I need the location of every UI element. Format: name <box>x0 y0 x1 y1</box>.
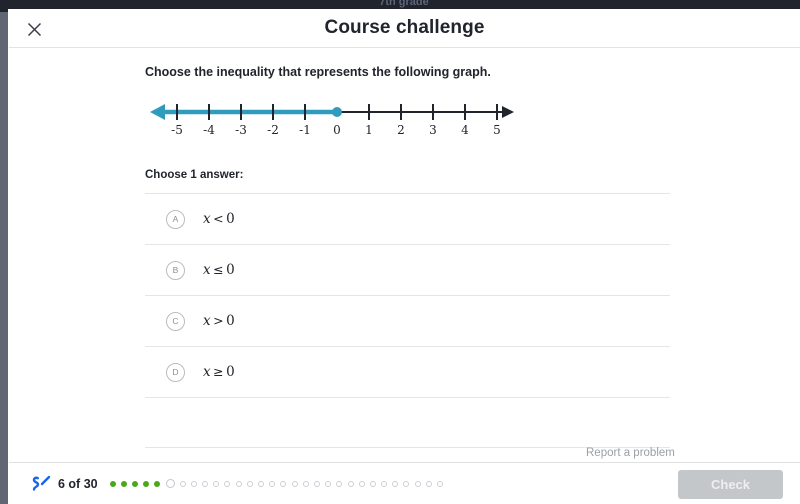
option-operator: > <box>213 313 225 328</box>
answer-options-list: A x <0 B x ≤0 C x >0 D x ≥0 <box>145 193 670 448</box>
option-expression: x >0 <box>203 313 235 329</box>
progress-dot-upcoming <box>246 480 253 487</box>
progress-dot-upcoming <box>358 480 365 487</box>
progress-dot-upcoming <box>213 480 220 487</box>
svg-text:-3: -3 <box>235 123 247 137</box>
option-operator: ≥ <box>213 364 225 379</box>
progress-dot-completed <box>154 480 161 487</box>
option-expression: x <0 <box>203 211 235 227</box>
option-letter-badge: D <box>166 362 185 382</box>
option-value: 0 <box>226 313 236 329</box>
option-expression: x ≤0 <box>203 262 235 278</box>
option-operator: ≤ <box>213 262 225 277</box>
progress-dot-upcoming <box>280 480 287 487</box>
progress-dot-current <box>165 479 175 488</box>
background-page-header-sliver: 7th grade <box>8 0 800 9</box>
number-line-graph: -5 -4 -3 -2 -1 0 1 2 3 4 5 <box>145 94 525 144</box>
progress-dot-upcoming <box>269 480 276 487</box>
option-variable: x <box>203 313 212 329</box>
svg-text:4: 4 <box>461 123 469 137</box>
option-letter-badge: A <box>166 209 185 229</box>
svg-text:-4: -4 <box>203 123 215 137</box>
svg-text:5: 5 <box>493 123 501 137</box>
progress-dot-upcoming <box>392 480 399 487</box>
svg-text:-1: -1 <box>299 123 311 137</box>
course-challenge-screen: 7th grade Course challenge Choose the in… <box>0 0 800 504</box>
option-letter-badge: B <box>166 260 185 280</box>
option-value: 0 <box>226 364 236 380</box>
option-value: 0 <box>226 262 236 278</box>
background-page-title: 7th grade <box>379 0 429 8</box>
svg-text:-2: -2 <box>267 123 279 137</box>
background-page-strip-lower <box>0 12 8 504</box>
progress-dot-upcoming <box>258 480 265 487</box>
progress-dot-upcoming <box>202 480 209 487</box>
answer-options-trailing-row <box>145 397 670 448</box>
page-title: Course challenge <box>324 17 485 38</box>
svg-text:3: 3 <box>429 123 437 137</box>
check-button[interactable]: Check <box>678 470 783 499</box>
option-value: 0 <box>226 211 236 227</box>
progress-dot-upcoming <box>414 480 421 487</box>
progress-dot-upcoming <box>437 480 444 487</box>
answer-option-c[interactable]: C x >0 <box>145 295 670 346</box>
progress-dots <box>109 479 444 488</box>
progress-dot-upcoming <box>381 480 388 487</box>
option-variable: x <box>203 364 212 380</box>
progress-dot-upcoming <box>291 480 298 487</box>
answer-option-b[interactable]: B x ≤0 <box>145 244 670 295</box>
energy-points-icon <box>30 473 52 495</box>
choose-answer-label: Choose 1 answer: <box>145 169 244 181</box>
progress-dot-upcoming <box>313 480 320 487</box>
progress-dot-upcoming <box>235 480 242 487</box>
progress-dot-upcoming <box>347 480 354 487</box>
progress-dot-upcoming <box>369 480 376 487</box>
progress-dot-completed <box>131 480 138 487</box>
option-letter-badge: C <box>166 311 185 331</box>
bottom-progress-bar: 6 of 30 Check <box>9 462 800 504</box>
svg-text:2: 2 <box>397 123 405 137</box>
option-variable: x <box>203 262 212 278</box>
progress-dot-upcoming <box>302 480 309 487</box>
answer-option-d[interactable]: D x ≥0 <box>145 346 670 397</box>
option-expression: x ≥0 <box>203 364 235 380</box>
progress-dot-upcoming <box>179 480 186 487</box>
progress-dot-upcoming <box>325 480 332 487</box>
progress-dot-completed <box>120 480 127 487</box>
svg-text:-5: -5 <box>171 123 183 137</box>
question-prompt: Choose the inequality that represents th… <box>145 65 491 79</box>
progress-dot-completed <box>109 480 116 487</box>
progress-dot-upcoming <box>336 480 343 487</box>
progress-dot-upcoming <box>403 480 410 487</box>
progress-dot-upcoming <box>425 480 432 487</box>
report-a-problem-link[interactable]: Report a problem <box>586 447 675 459</box>
progress-dot-upcoming <box>224 480 231 487</box>
svg-text:0: 0 <box>333 123 341 137</box>
question-content: Choose the inequality that represents th… <box>9 49 800 462</box>
option-operator: < <box>213 211 225 226</box>
progress-dot-upcoming <box>190 480 197 487</box>
progress-dot-completed <box>143 480 150 487</box>
svg-text:1: 1 <box>365 123 373 137</box>
modal-header: Course challenge <box>9 9 800 48</box>
progress-counter: 6 of 30 <box>58 476 98 491</box>
answer-option-a[interactable]: A x <0 <box>145 193 670 244</box>
option-variable: x <box>203 211 212 227</box>
